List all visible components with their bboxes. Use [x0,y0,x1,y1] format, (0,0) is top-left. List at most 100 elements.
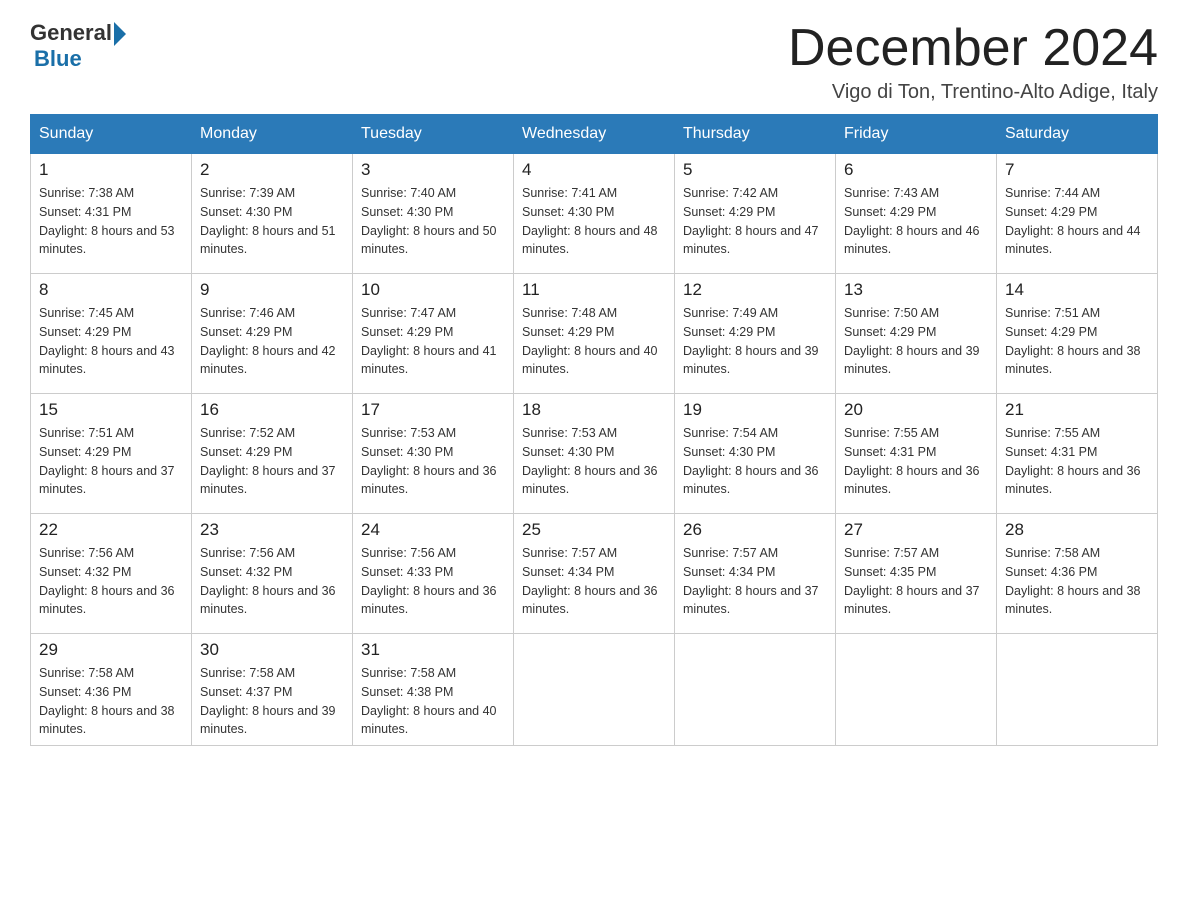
day-info: Sunrise: 7:55 AMSunset: 4:31 PMDaylight:… [844,424,988,499]
day-number: 4 [522,160,666,180]
calendar-cell: 15 Sunrise: 7:51 AMSunset: 4:29 PMDaylig… [31,394,192,514]
title-section: December 2024 Vigo di Ton, Trentino-Alto… [788,20,1158,104]
calendar-cell [514,634,675,746]
day-info: Sunrise: 7:57 AMSunset: 4:35 PMDaylight:… [844,544,988,619]
day-number: 24 [361,520,505,540]
logo: General Blue [30,20,126,72]
day-number: 23 [200,520,344,540]
calendar-cell: 17 Sunrise: 7:53 AMSunset: 4:30 PMDaylig… [353,394,514,514]
day-number: 18 [522,400,666,420]
day-info: Sunrise: 7:44 AMSunset: 4:29 PMDaylight:… [1005,184,1149,259]
day-info: Sunrise: 7:58 AMSunset: 4:37 PMDaylight:… [200,664,344,739]
calendar-cell: 4 Sunrise: 7:41 AMSunset: 4:30 PMDayligh… [514,154,675,274]
calendar-cell: 25 Sunrise: 7:57 AMSunset: 4:34 PMDaylig… [514,514,675,634]
day-info: Sunrise: 7:43 AMSunset: 4:29 PMDaylight:… [844,184,988,259]
calendar-cell: 23 Sunrise: 7:56 AMSunset: 4:32 PMDaylig… [192,514,353,634]
calendar-cell: 29 Sunrise: 7:58 AMSunset: 4:36 PMDaylig… [31,634,192,746]
calendar-week-row: 15 Sunrise: 7:51 AMSunset: 4:29 PMDaylig… [31,394,1158,514]
day-info: Sunrise: 7:38 AMSunset: 4:31 PMDaylight:… [39,184,183,259]
day-number: 5 [683,160,827,180]
calendar-table: SundayMondayTuesdayWednesdayThursdayFrid… [30,114,1158,746]
calendar-cell: 5 Sunrise: 7:42 AMSunset: 4:29 PMDayligh… [675,154,836,274]
day-number: 14 [1005,280,1149,300]
day-info: Sunrise: 7:53 AMSunset: 4:30 PMDaylight:… [361,424,505,499]
calendar-cell: 16 Sunrise: 7:52 AMSunset: 4:29 PMDaylig… [192,394,353,514]
calendar-cell: 3 Sunrise: 7:40 AMSunset: 4:30 PMDayligh… [353,154,514,274]
day-info: Sunrise: 7:52 AMSunset: 4:29 PMDaylight:… [200,424,344,499]
day-info: Sunrise: 7:46 AMSunset: 4:29 PMDaylight:… [200,304,344,379]
day-info: Sunrise: 7:58 AMSunset: 4:36 PMDaylight:… [39,664,183,739]
day-number: 25 [522,520,666,540]
day-info: Sunrise: 7:54 AMSunset: 4:30 PMDaylight:… [683,424,827,499]
calendar-header-thursday: Thursday [675,115,836,154]
day-info: Sunrise: 7:56 AMSunset: 4:32 PMDaylight:… [200,544,344,619]
location-subtitle: Vigo di Ton, Trentino-Alto Adige, Italy [788,81,1158,104]
day-number: 20 [844,400,988,420]
calendar-cell: 12 Sunrise: 7:49 AMSunset: 4:29 PMDaylig… [675,274,836,394]
day-number: 30 [200,640,344,660]
day-info: Sunrise: 7:53 AMSunset: 4:30 PMDaylight:… [522,424,666,499]
page-header: General Blue December 2024 Vigo di Ton, … [30,20,1158,104]
calendar-header-wednesday: Wednesday [514,115,675,154]
day-number: 7 [1005,160,1149,180]
day-info: Sunrise: 7:51 AMSunset: 4:29 PMDaylight:… [39,424,183,499]
day-number: 21 [1005,400,1149,420]
calendar-week-row: 1 Sunrise: 7:38 AMSunset: 4:31 PMDayligh… [31,154,1158,274]
calendar-cell: 7 Sunrise: 7:44 AMSunset: 4:29 PMDayligh… [997,154,1158,274]
day-number: 8 [39,280,183,300]
calendar-cell: 1 Sunrise: 7:38 AMSunset: 4:31 PMDayligh… [31,154,192,274]
calendar-cell [675,634,836,746]
calendar-cell: 13 Sunrise: 7:50 AMSunset: 4:29 PMDaylig… [836,274,997,394]
month-title: December 2024 [788,20,1158,77]
calendar-cell: 18 Sunrise: 7:53 AMSunset: 4:30 PMDaylig… [514,394,675,514]
day-info: Sunrise: 7:56 AMSunset: 4:33 PMDaylight:… [361,544,505,619]
day-info: Sunrise: 7:49 AMSunset: 4:29 PMDaylight:… [683,304,827,379]
day-number: 27 [844,520,988,540]
day-number: 31 [361,640,505,660]
calendar-cell [997,634,1158,746]
calendar-week-row: 8 Sunrise: 7:45 AMSunset: 4:29 PMDayligh… [31,274,1158,394]
calendar-header-sunday: Sunday [31,115,192,154]
calendar-header-friday: Friday [836,115,997,154]
calendar-cell: 20 Sunrise: 7:55 AMSunset: 4:31 PMDaylig… [836,394,997,514]
day-info: Sunrise: 7:47 AMSunset: 4:29 PMDaylight:… [361,304,505,379]
calendar-cell: 10 Sunrise: 7:47 AMSunset: 4:29 PMDaylig… [353,274,514,394]
day-number: 26 [683,520,827,540]
day-number: 29 [39,640,183,660]
calendar-week-row: 29 Sunrise: 7:58 AMSunset: 4:36 PMDaylig… [31,634,1158,746]
calendar-header-tuesday: Tuesday [353,115,514,154]
day-info: Sunrise: 7:55 AMSunset: 4:31 PMDaylight:… [1005,424,1149,499]
day-info: Sunrise: 7:48 AMSunset: 4:29 PMDaylight:… [522,304,666,379]
day-number: 28 [1005,520,1149,540]
calendar-cell: 11 Sunrise: 7:48 AMSunset: 4:29 PMDaylig… [514,274,675,394]
calendar-cell: 26 Sunrise: 7:57 AMSunset: 4:34 PMDaylig… [675,514,836,634]
calendar-cell: 31 Sunrise: 7:58 AMSunset: 4:38 PMDaylig… [353,634,514,746]
logo-general-text: General [30,20,112,46]
calendar-cell: 28 Sunrise: 7:58 AMSunset: 4:36 PMDaylig… [997,514,1158,634]
calendar-cell: 21 Sunrise: 7:55 AMSunset: 4:31 PMDaylig… [997,394,1158,514]
day-info: Sunrise: 7:56 AMSunset: 4:32 PMDaylight:… [39,544,183,619]
day-info: Sunrise: 7:42 AMSunset: 4:29 PMDaylight:… [683,184,827,259]
day-number: 12 [683,280,827,300]
day-info: Sunrise: 7:50 AMSunset: 4:29 PMDaylight:… [844,304,988,379]
day-info: Sunrise: 7:45 AMSunset: 4:29 PMDaylight:… [39,304,183,379]
calendar-cell: 30 Sunrise: 7:58 AMSunset: 4:37 PMDaylig… [192,634,353,746]
day-info: Sunrise: 7:41 AMSunset: 4:30 PMDaylight:… [522,184,666,259]
day-number: 15 [39,400,183,420]
day-number: 1 [39,160,183,180]
day-number: 6 [844,160,988,180]
day-number: 13 [844,280,988,300]
calendar-cell: 24 Sunrise: 7:56 AMSunset: 4:33 PMDaylig… [353,514,514,634]
day-number: 22 [39,520,183,540]
day-info: Sunrise: 7:40 AMSunset: 4:30 PMDaylight:… [361,184,505,259]
day-number: 9 [200,280,344,300]
calendar-cell: 27 Sunrise: 7:57 AMSunset: 4:35 PMDaylig… [836,514,997,634]
calendar-header-monday: Monday [192,115,353,154]
day-number: 17 [361,400,505,420]
calendar-header-saturday: Saturday [997,115,1158,154]
day-number: 16 [200,400,344,420]
day-info: Sunrise: 7:39 AMSunset: 4:30 PMDaylight:… [200,184,344,259]
calendar-cell: 8 Sunrise: 7:45 AMSunset: 4:29 PMDayligh… [31,274,192,394]
calendar-cell [836,634,997,746]
logo-arrow-icon [114,22,126,46]
